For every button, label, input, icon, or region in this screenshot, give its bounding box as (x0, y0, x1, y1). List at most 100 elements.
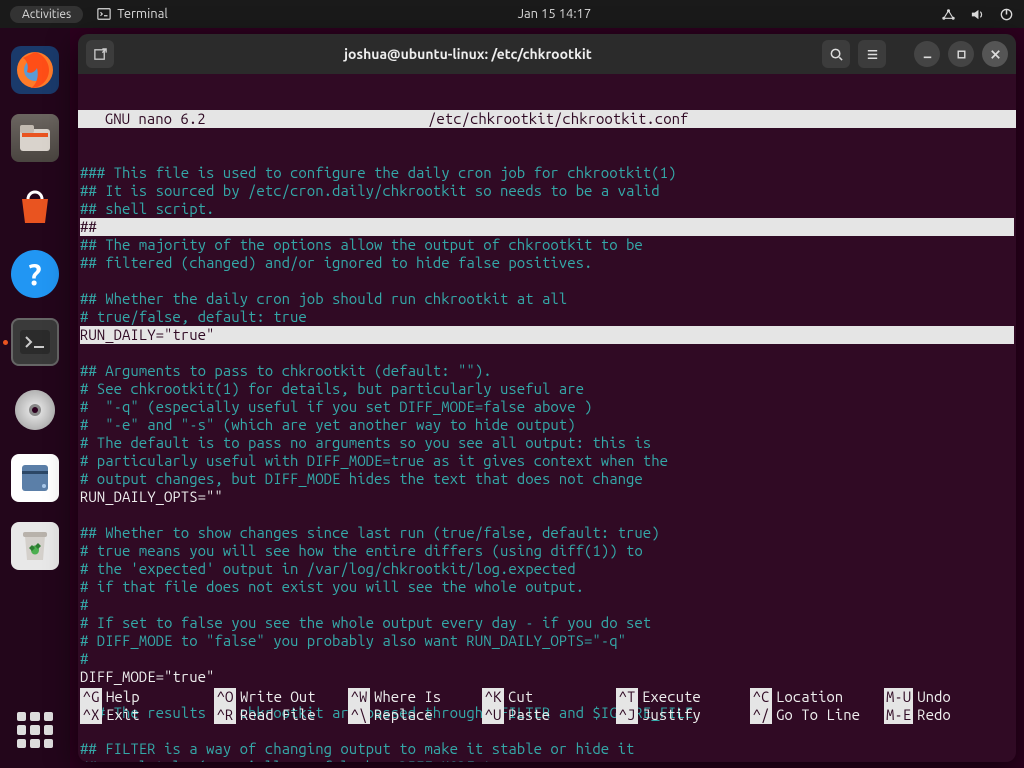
dock-trash[interactable] (11, 522, 59, 570)
dock-software[interactable] (11, 182, 59, 230)
nano-shortcut: ^\Replace (348, 706, 478, 724)
nano-shortcuts: ^GHelp^OWrite Out^WWhere Is^KCut^TExecut… (78, 652, 1016, 762)
dock-help[interactable]: ? (11, 250, 59, 298)
nano-shortcut: ^/Go To Line (750, 706, 880, 724)
minimize-button[interactable] (914, 41, 940, 67)
search-icon (829, 47, 844, 62)
shortcut-key: ^X (80, 706, 102, 724)
dock-apps-grid[interactable] (17, 712, 53, 748)
close-button[interactable] (982, 41, 1008, 67)
shortcut-key: ^U (482, 706, 504, 724)
shortcut-key: ^J (616, 706, 638, 724)
topbar-clock[interactable]: Jan 15 14:17 (168, 7, 941, 21)
shortcut-label: Write Out (240, 688, 316, 706)
nano-shortcut: ^XExit (80, 706, 210, 724)
file-line: # DIFF_MODE to "false" you probably also… (80, 632, 626, 649)
new-tab-button[interactable] (86, 40, 114, 68)
terminal-small-icon (97, 7, 111, 21)
shortcut-label: Execute (642, 688, 701, 706)
file-line: # if that file does not exist you will s… (80, 578, 584, 595)
file-line-highlight: RUN_DAILY="true" (80, 326, 1014, 344)
shortcut-label: Where Is (374, 688, 441, 706)
shortcut-key: ^O (214, 688, 236, 706)
dock-terminal[interactable] (11, 318, 59, 366)
nano-shortcut: ^CLocation (750, 688, 880, 706)
nano-shortcut: ^GHelp (80, 688, 210, 706)
file-line: ## Whether the daily cron job should run… (80, 290, 567, 307)
nano-shortcut: ^KCut (482, 688, 612, 706)
activities-button[interactable]: Activities (10, 6, 83, 23)
shortcut-label: Redo (917, 706, 951, 724)
volume-icon[interactable] (970, 7, 985, 22)
nano-shortcut: ^JJustify (616, 706, 746, 724)
terminal-content[interactable]: GNU nano 6.2 /etc/chkrootkit/chkrootkit.… (78, 74, 1016, 762)
shortcut-key: ^K (482, 688, 504, 706)
minimize-icon (920, 47, 935, 62)
shortcut-label: Cut (508, 688, 533, 706)
file-line: # output changes, but DIFF_MODE hides th… (80, 470, 643, 487)
file-line: # true means you will see how the entire… (80, 542, 643, 559)
file-line: ## Whether to show changes since last ru… (80, 524, 660, 541)
file-line: # particularly useful with DIFF_MODE=tru… (80, 452, 668, 469)
power-icon[interactable] (999, 7, 1014, 22)
maximize-icon (954, 47, 969, 62)
shortcut-label: Read File (240, 706, 316, 724)
file-line: ## filtered (changed) and/or ignored to … (80, 254, 592, 271)
search-button[interactable] (822, 40, 850, 68)
file-line-cursor: ## (80, 218, 1014, 236)
shortcut-key: M-E (884, 706, 913, 724)
shortcut-key: ^G (80, 688, 102, 706)
maximize-button[interactable] (948, 41, 974, 67)
nano-shortcut: M-ERedo (884, 706, 1014, 724)
terminal-window: joshua@ubuntu-linux: /etc/chkrootkit GNU… (78, 34, 1016, 762)
shortcut-key: ^C (750, 688, 772, 706)
file-line: # If set to false you see the whole outp… (80, 614, 651, 631)
hamburger-menu[interactable] (858, 40, 886, 68)
dock-disks-util[interactable] (11, 454, 59, 502)
shortcut-label: Go To Line (776, 706, 860, 724)
nano-file-path: /etc/chkrootkit/chkrootkit.conf (348, 110, 1006, 128)
file-line: # See chkrootkit(1) for details, but par… (80, 380, 584, 397)
shortcut-label: Exit (106, 706, 140, 724)
topbar-app-label: Terminal (117, 7, 168, 21)
nano-shortcut: ^UPaste (482, 706, 612, 724)
shortcut-label: Undo (917, 688, 951, 706)
shortcut-key: ^\ (348, 706, 370, 724)
gnome-topbar: Activities Terminal Jan 15 14:17 (0, 0, 1024, 28)
file-line: # "-q" (especially useful if you set DIF… (80, 398, 592, 415)
network-icon[interactable] (941, 7, 956, 22)
shortcut-label: Replace (374, 706, 433, 724)
shortcut-label: Location (776, 688, 843, 706)
file-line: ### This file is used to configure the d… (80, 164, 676, 181)
dock-disc[interactable] (11, 386, 59, 434)
nano-shortcut: M-UUndo (884, 688, 1014, 706)
nano-version: GNU nano 6.2 (88, 110, 348, 128)
window-titlebar[interactable]: joshua@ubuntu-linux: /etc/chkrootkit (78, 34, 1016, 74)
ubuntu-dock: ? (0, 28, 70, 768)
topbar-app-menu[interactable]: Terminal (97, 7, 168, 21)
shortcut-key: ^W (348, 688, 370, 706)
file-line: ## shell script. (80, 200, 214, 217)
shortcut-label: Justify (642, 706, 701, 724)
close-icon (988, 47, 1003, 62)
file-line: ## It is sourced by /etc/cron.daily/chkr… (80, 182, 660, 199)
nano-shortcut: ^WWhere Is (348, 688, 478, 706)
shortcut-label: Paste (508, 706, 550, 724)
file-line: ## The majority of the options allow the… (80, 236, 643, 253)
window-title: joshua@ubuntu-linux: /etc/chkrootkit (122, 46, 814, 62)
file-line: # The default is to pass no arguments so… (80, 434, 651, 451)
nano-header: GNU nano 6.2 /etc/chkrootkit/chkrootkit.… (78, 110, 1016, 128)
dock-firefox[interactable] (11, 46, 59, 94)
menu-icon (865, 47, 880, 62)
shortcut-key: ^R (214, 706, 236, 724)
question-icon: ? (28, 257, 41, 291)
shortcut-key: ^/ (750, 706, 772, 724)
file-line: # true/false, default: true (80, 308, 307, 325)
file-line: # "-e" and "-s" (which are yet another w… (80, 416, 576, 433)
dock-files[interactable] (11, 114, 59, 162)
shortcut-label: Help (106, 688, 140, 706)
file-line: ## Arguments to pass to chkrootkit (defa… (80, 362, 492, 379)
file-line: # (80, 596, 88, 613)
nano-shortcut: ^OWrite Out (214, 688, 344, 706)
nano-shortcut: ^TExecute (616, 688, 746, 706)
